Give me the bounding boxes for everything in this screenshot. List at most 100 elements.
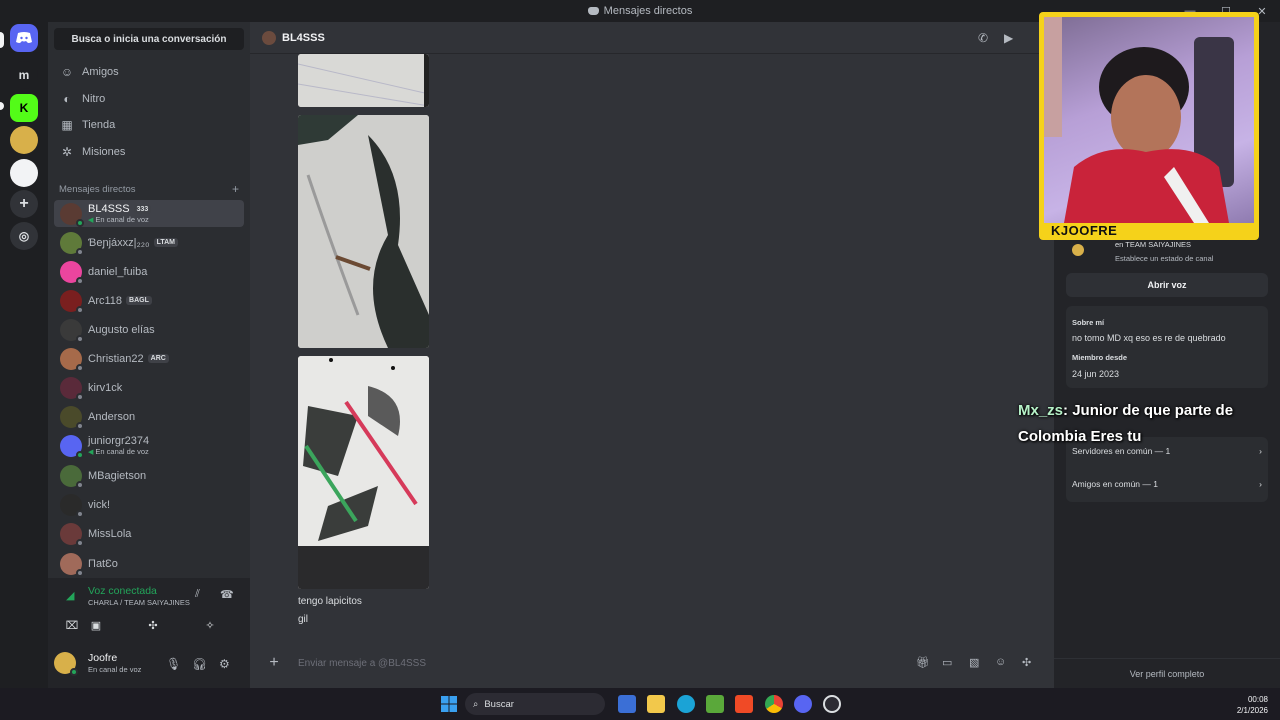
message-image-3[interactable] [298, 356, 429, 589]
recipient-avatar[interactable] [262, 30, 276, 45]
status-dot [76, 421, 84, 430]
dm-name: juniorgr2374 [88, 435, 149, 447]
activities-button[interactable]: ✣ [133, 615, 173, 635]
open-voice-button[interactable]: Abrir voz [1066, 273, 1268, 297]
app-icon[interactable] [618, 695, 636, 713]
noise-suppression-icon[interactable]: ⫽ [195, 588, 200, 601]
signal-icon[interactable]: ◢ [66, 589, 74, 602]
dm-item[interactable]: kirv1ck [54, 374, 244, 401]
user-panel: Joofre En canal de voz 🎙︎ 🎧︎ ⚙ [48, 642, 250, 688]
file-explorer-icon[interactable] [647, 695, 665, 713]
screen-share-icon: ▣ [90, 619, 102, 632]
dm-item[interactable]: ΠatƐo [54, 550, 244, 577]
dm-text: BL4SSS 333 ◀ En canal de voz [88, 203, 152, 224]
avatar [60, 464, 84, 489]
server-avatar[interactable] [10, 159, 38, 187]
search-icon: ⌕ [473, 698, 479, 710]
taskbar: ⌕ Buscar 00:08 2/1/2026 [0, 688, 1280, 720]
server-kick[interactable]: K [10, 94, 38, 122]
chrome-icon[interactable] [765, 695, 783, 713]
nav-friends[interactable]: ☺ Amigos [54, 60, 244, 84]
direct-messages-home-button[interactable] [10, 24, 38, 52]
discord-logo-icon [16, 32, 32, 43]
dm-text: Anderson [88, 411, 135, 423]
dm-item[interactable]: MissLola [54, 520, 244, 547]
dm-name: kirv1ck [88, 382, 122, 394]
server-saiyajin[interactable] [10, 126, 38, 154]
start-button[interactable] [440, 695, 458, 713]
user-avatar[interactable] [54, 652, 78, 676]
nav-shop[interactable]: ▦ Tienda [54, 113, 244, 137]
dm-item[interactable]: Ɓeɲjáxxz|₂₂₀ LTAM [54, 229, 244, 256]
headphones-icon[interactable]: 🎧︎ [192, 657, 207, 671]
settings-gear-icon[interactable]: ⚙ [219, 657, 230, 671]
nitro-icon: ◐ [63, 92, 71, 106]
status-dot [76, 218, 84, 227]
nav-nitro[interactable]: ◐ Nitro [54, 87, 244, 111]
dm-name-label: Anderson [88, 410, 136, 423]
video-call-icon[interactable]: ▶ [1004, 31, 1013, 45]
attach-plus-icon[interactable]: + [260, 654, 288, 672]
nav-quests[interactable]: ✲ Misiones [54, 140, 244, 164]
dm-item[interactable]: Arc118 BAGL [54, 287, 244, 314]
discover-compass-icon[interactable]: ◎ [10, 222, 38, 250]
conversation-search-button[interactable]: Busca o inicia una conversación [54, 28, 244, 50]
avatar [60, 289, 84, 314]
clan-tag: 333 [133, 204, 152, 214]
gift-icon[interactable]: 🎁︎ [916, 656, 930, 669]
pencils-photo [298, 356, 429, 589]
emoji-icon[interactable]: ☺ [995, 656, 1006, 668]
screen-share-button[interactable]: ▣ [76, 615, 116, 635]
disconnect-icon[interactable]: ☎ [220, 588, 234, 601]
dm-item[interactable]: vick! [54, 491, 244, 518]
discord-taskbar-icon[interactable] [794, 695, 812, 713]
sticker-icon[interactable]: ▧ [969, 656, 979, 669]
dm-item[interactable]: BL4SSS 333 ◀ En canal de voz [54, 200, 244, 227]
dm-item[interactable]: daniel_fuiba [54, 258, 244, 285]
gif-icon[interactable]: ▭ [942, 656, 952, 669]
dm-name: Augusto elías [88, 324, 155, 336]
message-image-2[interactable] [298, 115, 429, 348]
status-dot [76, 276, 84, 285]
avatar [60, 552, 84, 577]
webcam-overlay: KJOOFRE [1039, 12, 1259, 240]
dm-header-label: Mensajes directos [59, 184, 136, 195]
dm-item[interactable]: Anderson [54, 403, 244, 430]
taskbar-search[interactable]: ⌕ Buscar [465, 693, 605, 715]
mutual-friends-label: Amigos en común — 1 [1072, 479, 1158, 489]
server-m[interactable]: m [10, 61, 38, 89]
microphone-icon[interactable]: 🎙︎ [166, 657, 181, 671]
edge-browser-icon[interactable] [677, 695, 695, 713]
system-clock[interactable]: 00:08 2/1/2026 [1237, 694, 1268, 716]
windows-icon [441, 696, 457, 712]
voice-call-icon[interactable]: ✆ [978, 31, 988, 45]
soundboard-button[interactable]: ✧ [190, 615, 230, 635]
dm-voice-status: ◀ En canal de voz [88, 447, 149, 456]
recipient-name[interactable]: BL4SSS [282, 32, 325, 44]
minecraft-icon[interactable] [706, 695, 724, 713]
message-text: tengo lapicitos [298, 596, 362, 607]
dm-name: vick! [88, 499, 110, 511]
member-since-date: 24 jun 2023 [1072, 369, 1120, 379]
streamer-name: KJOOFRE [1051, 223, 1118, 238]
dm-item[interactable]: juniorgr2374 ◀ En canal de voz [54, 432, 244, 459]
status-dot [76, 392, 84, 401]
mutual-friends-row[interactable]: Amigos en común — 1 › [1072, 479, 1262, 489]
clan-tag: ARC [147, 354, 169, 363]
message-image-1[interactable] [298, 54, 429, 107]
user-name[interactable]: Joofre [88, 652, 117, 664]
add-server-button[interactable]: + [10, 190, 38, 218]
dm-item[interactable]: MBagietson [54, 462, 244, 489]
obs-icon[interactable] [823, 695, 841, 713]
dm-name-label: daniel_fuiba [88, 265, 148, 278]
message-input[interactable]: Enviar mensaje a @BL4SSS [298, 658, 426, 669]
dm-item[interactable]: Christian22 ARC [54, 345, 244, 372]
avatar [60, 260, 84, 285]
voice-channel[interactable]: CHARLA / TEAM SAIYAJINES [88, 598, 190, 607]
dm-item[interactable]: Augusto elías [54, 316, 244, 343]
brave-browser-icon[interactable] [735, 695, 753, 713]
apps-icon[interactable]: ✣ [1022, 656, 1031, 669]
channel-status[interactable]: Establece un estado de canal [1115, 254, 1213, 263]
create-dm-plus-icon[interactable]: + [232, 182, 239, 196]
view-full-profile-link[interactable]: Ver perfil completo [1054, 658, 1280, 688]
